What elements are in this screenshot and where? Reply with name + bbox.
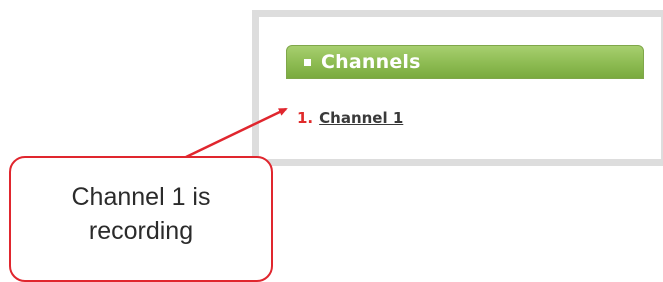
channels-section-header: Channels bbox=[286, 45, 644, 79]
channel-list-item: 1. Channel 1 bbox=[297, 109, 403, 127]
recording-callout: Channel 1 is recording bbox=[9, 156, 273, 282]
callout-line-2: recording bbox=[88, 217, 194, 245]
channel-number: 1. bbox=[297, 109, 314, 127]
channels-panel: Channels 1. Channel 1 bbox=[252, 10, 663, 166]
channels-header-title: Channels bbox=[321, 50, 421, 73]
square-bullet-icon bbox=[304, 58, 311, 66]
callout-line-1: Channel 1 is bbox=[71, 183, 211, 211]
channel-1-link[interactable]: Channel 1 bbox=[319, 109, 403, 127]
